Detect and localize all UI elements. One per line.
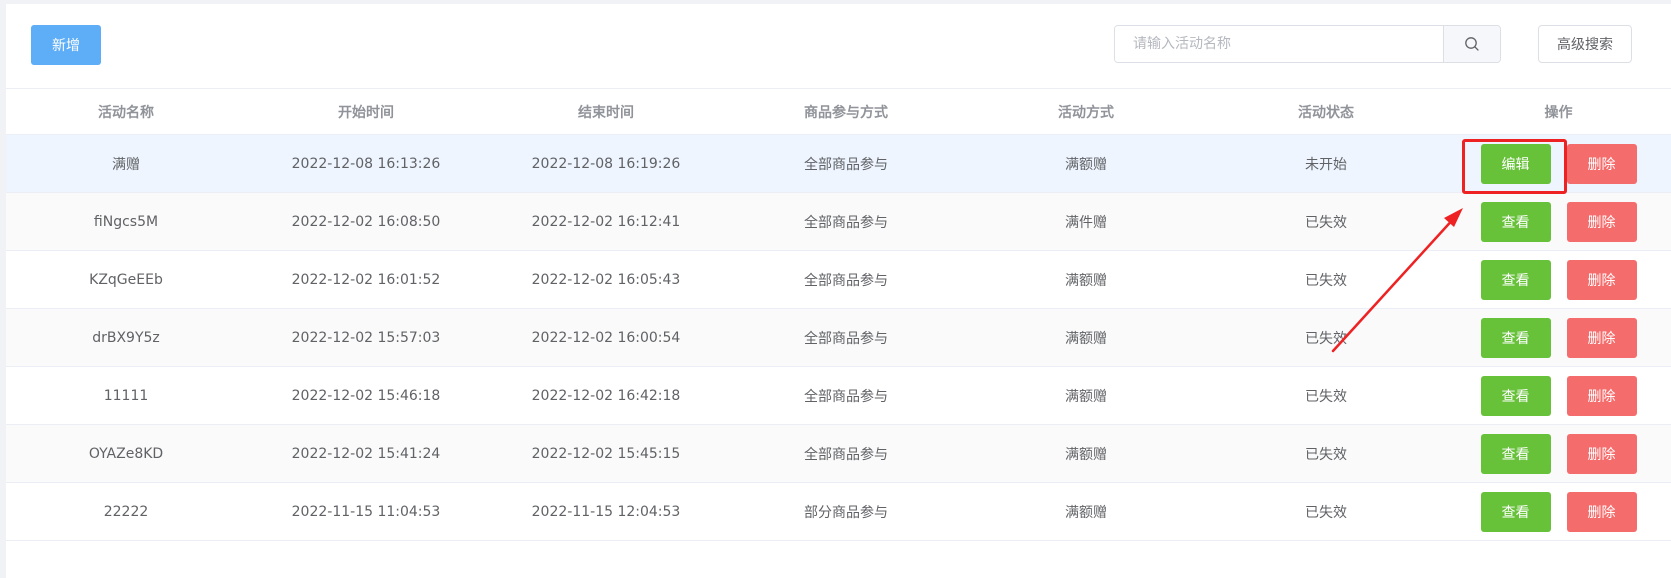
column-header-status: 活动状态 [1298,104,1354,121]
column-header-end: 结束时间 [578,104,634,121]
cell-name: 22222 [103,503,149,520]
cell-start: 2022-11-15 11:04:53 [291,503,441,520]
view-button[interactable]: 查看 [1480,375,1551,416]
delete-button[interactable]: 删除 [1566,491,1637,532]
cell-start: 2022-12-02 15:57:03 [291,329,441,346]
cell-actions: 查看 删除 [1446,367,1671,424]
cell-status: 已失效 [1305,214,1347,231]
cell-actions: 查看 删除 [1446,483,1671,540]
cell-name: drBX9Y5z [92,329,160,346]
cell-status: 未开始 [1305,156,1347,173]
cell-name: OYAZe8KD [88,445,164,462]
cell-name: 满赠 [112,156,140,173]
cell-name: KZqGeEEb [89,271,163,288]
cell-mode: 满额赠 [1065,388,1107,405]
cell-scope: 全部商品参与 [804,272,888,289]
cell-end: 2022-12-02 16:42:18 [531,387,681,404]
table-row: drBX9Y5z 2022-12-02 15:57:03 2022-12-02 … [6,309,1671,367]
table-row: OYAZe8KD 2022-12-02 15:41:24 2022-12-02 … [6,425,1671,483]
search-button[interactable] [1443,26,1500,62]
cell-mode: 满额赠 [1065,446,1107,463]
view-button[interactable]: 查看 [1480,259,1551,300]
column-header-scope: 商品参与方式 [804,104,888,121]
cell-scope: 全部商品参与 [804,446,888,463]
search-box [1114,25,1501,63]
cell-end: 2022-11-15 12:04:53 [531,503,681,520]
column-header-name: 活动名称 [98,104,154,121]
cell-scope: 部分商品参与 [804,504,888,521]
table-row: KZqGeEEb 2022-12-02 16:01:52 2022-12-02 … [6,251,1671,309]
delete-button[interactable]: 删除 [1566,201,1637,242]
cell-status: 已失效 [1305,446,1347,463]
add-button[interactable]: 新增 [31,25,101,65]
cell-status: 已失效 [1305,388,1347,405]
toolbar: 新增 高级搜索 [6,4,1671,88]
cell-scope: 全部商品参与 [804,330,888,347]
table-row: fiNgcs5M 2022-12-02 16:08:50 2022-12-02 … [6,193,1671,251]
delete-button[interactable]: 删除 [1566,317,1637,358]
cell-name: 11111 [103,387,149,404]
delete-button[interactable]: 删除 [1566,433,1637,474]
view-button[interactable]: 查看 [1480,433,1551,474]
cell-status: 已失效 [1305,272,1347,289]
table-row: 满赠 2022-12-08 16:13:26 2022-12-08 16:19:… [6,135,1671,193]
cell-mode: 满额赠 [1065,330,1107,347]
view-button[interactable]: 查看 [1480,317,1551,358]
column-header-mode: 活动方式 [1058,104,1114,121]
cell-actions: 查看 删除 [1446,309,1671,366]
cell-actions: 编辑 删除 [1446,135,1671,192]
cell-mode: 满额赠 [1065,504,1107,521]
column-header-actions: 操作 [1544,104,1573,121]
search-icon [1465,37,1479,51]
search-input[interactable] [1115,26,1443,62]
cell-start: 2022-12-02 15:41:24 [291,445,441,462]
cell-start: 2022-12-02 16:08:50 [291,213,441,230]
advanced-search-button[interactable]: 高级搜索 [1538,25,1632,63]
view-button[interactable]: 查看 [1480,491,1551,532]
table-header: 活动名称 开始时间 结束时间 商品参与方式 活动方式 活动状态 操作 [6,89,1671,135]
cell-end: 2022-12-02 16:00:54 [531,329,681,346]
cell-mode: 满额赠 [1065,156,1107,173]
view-button[interactable]: 查看 [1480,201,1551,242]
delete-button[interactable]: 删除 [1566,259,1637,300]
column-header-start: 开始时间 [338,104,394,121]
cell-scope: 全部商品参与 [804,214,888,231]
cell-scope: 全部商品参与 [804,388,888,405]
edit-button[interactable]: 编辑 [1480,143,1551,184]
cell-end: 2022-12-02 16:12:41 [531,213,681,230]
cell-end: 2022-12-02 15:45:15 [531,445,681,462]
cell-mode: 满额赠 [1065,272,1107,289]
cell-status: 已失效 [1305,330,1347,347]
cell-scope: 全部商品参与 [804,156,888,173]
cell-mode: 满件赠 [1065,214,1107,231]
cell-name: fiNgcs5M [93,213,159,230]
cell-start: 2022-12-02 15:46:18 [291,387,441,404]
cell-actions: 查看 删除 [1446,193,1671,250]
delete-button[interactable]: 删除 [1566,143,1637,184]
cell-end: 2022-12-02 16:05:43 [531,271,681,288]
cell-status: 已失效 [1305,504,1347,521]
cell-actions: 查看 删除 [1446,251,1671,308]
table-row: 11111 2022-12-02 15:46:18 2022-12-02 16:… [6,367,1671,425]
cell-start: 2022-12-02 16:01:52 [291,271,441,288]
cell-start: 2022-12-08 16:13:26 [291,155,441,172]
cell-end: 2022-12-08 16:19:26 [531,155,681,172]
activity-table: 活动名称 开始时间 结束时间 商品参与方式 活动方式 活动状态 操作 满赠 20… [6,88,1671,541]
activity-panel: 新增 高级搜索 活动名称 开始时间 结束时间 商品参与方式 活动方式 活动状态 … [6,4,1671,578]
delete-button[interactable]: 删除 [1566,375,1637,416]
cell-actions: 查看 删除 [1446,425,1671,482]
table-row: 22222 2022-11-15 11:04:53 2022-11-15 12:… [6,483,1671,541]
